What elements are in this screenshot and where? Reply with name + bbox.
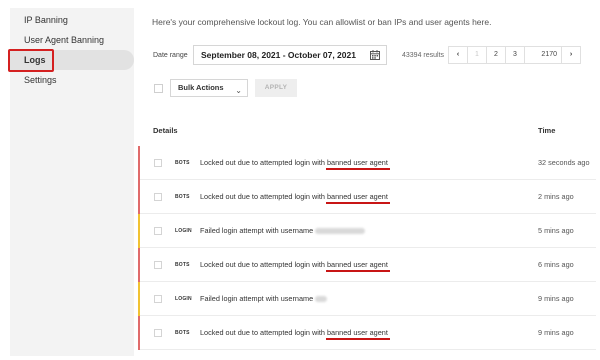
table-row[interactable]: LOGIN Failed login attempt with username… [138,214,596,248]
row-checkbox[interactable] [154,295,162,303]
column-header-details: Details [153,126,178,135]
chevron-down-icon: ⌄ [235,86,242,95]
row-status-edge [138,282,140,316]
page-3-button[interactable]: 3 [505,46,525,64]
row-message-text: Locked out due to attempted login with [200,158,325,167]
row-message-text: Locked out due to attempted login with [200,260,325,269]
table-row[interactable]: BOTS Locked out due to attempted login w… [138,248,596,282]
pagination: ‹ 1 2 3 2170 › [448,46,581,64]
red-underline [325,270,390,272]
sidebar-item-ip-banning[interactable]: IP Banning [10,10,134,30]
next-page-button[interactable]: › [561,46,581,64]
row-time: 32 seconds ago [538,158,590,167]
date-range-label: Date range [153,52,188,59]
row-status-edge [138,316,140,350]
row-type-badge: BOTS [175,194,190,200]
sidebar-item-logs[interactable]: Logs [10,50,134,70]
row-checkbox[interactable] [154,261,162,269]
row-checkbox[interactable] [154,193,162,201]
row-checkbox[interactable] [154,159,162,167]
user-agent-highlight: banned user agent [325,328,390,340]
row-message: Failed login attempt with username [200,226,366,235]
user-agent-highlight: banned user agent [325,260,390,272]
table-row[interactable]: BOTS Locked out due to attempted login w… [138,316,596,350]
bulk-actions-label: Bulk Actions [178,83,224,92]
sidebar-item-user-agent-banning[interactable]: User Agent Banning [10,30,134,50]
sidebar-item-settings[interactable]: Settings [10,70,134,90]
sidebar-item-label: User Agent Banning [24,35,105,45]
date-range-value: September 08, 2021 - October 07, 2021 [201,50,356,60]
date-range-input[interactable]: September 08, 2021 - October 07, 2021 [193,45,387,65]
results-count: 43394 results [402,52,445,59]
select-all-checkbox[interactable] [154,84,163,93]
row-checkbox[interactable] [154,329,162,337]
row-message: Locked out due to attempted login with b… [200,260,390,272]
bulk-actions-select[interactable]: Bulk Actions ⌄ [170,79,248,97]
red-underline [325,338,390,340]
page-2-button[interactable]: 2 [486,46,506,64]
sidebar-item-label: IP Banning [24,15,68,25]
redacted-username [315,228,366,235]
row-status-edge [138,248,140,282]
sidebar-item-label: Logs [24,55,46,65]
page-1-button[interactable]: 1 [467,46,487,64]
intro-text: Here's your comprehensive lockout log. Y… [152,17,492,27]
main-panel: Here's your comprehensive lockout log. Y… [134,0,596,360]
row-message: Locked out due to attempted login with b… [200,192,390,204]
page-last-button[interactable]: 2170 [524,46,562,64]
redacted-username [315,296,328,303]
calendar-icon[interactable] [370,50,380,60]
user-agent-highlight-text: banned user agent [326,158,388,167]
row-time: 9 mins ago [538,328,574,337]
user-agent-highlight: banned user agent [325,192,390,204]
row-type-badge: BOTS [175,160,190,166]
row-time: 9 mins ago [538,294,574,303]
table-row[interactable]: LOGIN Failed login attempt with username… [138,282,596,316]
row-status-edge [138,214,140,248]
row-checkbox[interactable] [154,227,162,235]
sidebar: IP Banning User Agent Banning Logs Setti… [10,8,134,356]
user-agent-highlight-text: banned user agent [326,328,388,337]
row-message: Locked out due to attempted login with b… [200,328,390,340]
row-message: Locked out due to attempted login with b… [200,158,390,170]
table-row[interactable]: BOTS Locked out due to attempted login w… [138,180,596,214]
table-row[interactable]: BOTS Locked out due to attempted login w… [138,146,596,180]
row-message-text: Failed login attempt with username [200,294,314,303]
sidebar-item-label: Settings [24,75,57,85]
user-agent-highlight-text: banned user agent [326,192,388,201]
red-underline [325,168,390,170]
user-agent-highlight: banned user agent [325,158,390,170]
row-message-text: Locked out due to attempted login with [200,192,325,201]
row-status-edge [138,180,140,214]
row-type-badge: LOGIN [175,296,192,302]
row-type-badge: BOTS [175,330,190,336]
apply-button[interactable]: APPLY [255,79,297,97]
row-type-badge: BOTS [175,262,190,268]
user-agent-highlight-text: banned user agent [326,260,388,269]
row-time: 2 mins ago [538,192,574,201]
red-underline [325,202,390,204]
row-time: 6 mins ago [538,260,574,269]
row-message: Failed login attempt with username [200,294,328,303]
row-status-edge [138,146,140,180]
row-message-text: Failed login attempt with username [200,226,314,235]
row-time: 5 mins ago [538,226,574,235]
prev-page-button[interactable]: ‹ [448,46,468,64]
row-type-badge: LOGIN [175,228,192,234]
column-header-time: Time [538,126,556,135]
row-message-text: Locked out due to attempted login with [200,328,325,337]
